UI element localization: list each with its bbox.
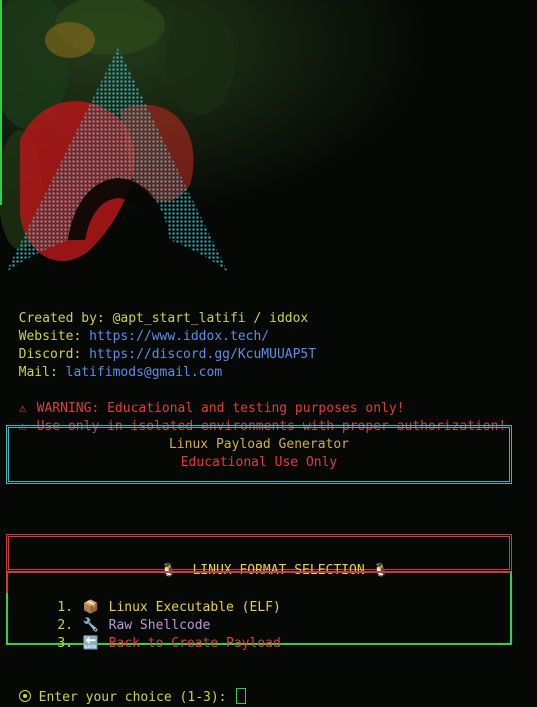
flower-shape	[45, 22, 95, 58]
banner-subtitle: Educational Use Only	[180, 455, 338, 470]
leaf-shape	[165, 5, 235, 115]
menu-number: 3.	[57, 636, 73, 651]
input-cursor[interactable]	[236, 688, 247, 704]
credits-mail-line: Mail: latifimods@gmail.com	[3, 346, 223, 382]
banner-title: Linux Payload Generator	[168, 437, 349, 452]
left-edge-line	[0, 0, 2, 205]
menu-label: Back to Create Payload	[108, 636, 281, 651]
section-header-box: 🐧 LINUX FORMAT SELECTION 🐧	[6, 534, 512, 578]
menu-box: 1. 📦 Linux Executable (ELF) 2. 🔧 Raw She…	[6, 571, 512, 651]
choice-prompt: Enter your choice (1-3):	[3, 670, 247, 707]
mail-link[interactable]: latifimods@gmail.com	[66, 365, 223, 380]
menu-item-back[interactable]: 3. 🔙 Back to Create Payload	[26, 617, 281, 671]
back-icon: 🔙	[82, 636, 99, 651]
banner-box: Linux Payload Generator Educational Use …	[6, 425, 512, 484]
prompt-text: Enter your choice (1-3):	[38, 690, 227, 705]
mail-label: Mail:	[18, 365, 58, 380]
prompt-icon	[18, 690, 31, 702]
